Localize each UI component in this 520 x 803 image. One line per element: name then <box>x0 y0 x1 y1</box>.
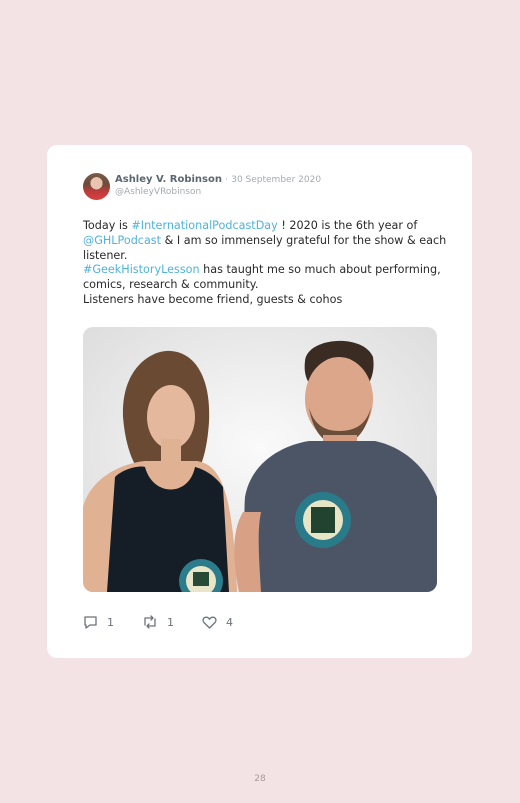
page-number: 28 <box>254 774 266 784</box>
separator: · <box>225 175 229 185</box>
reply-count: 1 <box>107 615 114 629</box>
author-handle[interactable]: @AshleyVRobinson <box>115 187 201 197</box>
reply-icon <box>84 616 97 629</box>
text-segment: Today is <box>83 219 132 232</box>
avatar[interactable] <box>83 173 110 200</box>
retweet-action[interactable]: 1 <box>142 615 174 629</box>
author-name[interactable]: Ashley V. Robinson <box>115 174 222 185</box>
tweet-text: Today is #InternationalPodcastDay ! 2020… <box>83 219 448 308</box>
mention-link[interactable]: @GHLPodcast <box>83 234 161 247</box>
hashtag-link[interactable]: #GeekHistoryLesson <box>83 263 200 276</box>
retweet-count: 1 <box>167 615 174 629</box>
reply-action[interactable]: 1 <box>83 615 114 629</box>
photo-illustration <box>83 327 437 592</box>
like-action[interactable]: 4 <box>202 616 233 629</box>
hashtag-link[interactable]: #InternationalPodcastDay <box>131 219 277 232</box>
tweet-card: Ashley V. Robinson · 30 September 2020 @… <box>47 145 472 658</box>
like-count: 4 <box>226 615 233 629</box>
text-segment: Listeners have become friend, guests & c… <box>83 292 343 306</box>
heart-icon <box>202 616 217 629</box>
retweet-icon <box>144 615 156 629</box>
tweet-date[interactable]: 30 September 2020 <box>231 175 321 185</box>
author-line: Ashley V. Robinson · 30 September 2020 <box>115 174 321 185</box>
text-segment: ! 2020 is the 6th year of <box>277 219 418 232</box>
tweet-photo[interactable] <box>83 327 437 592</box>
tweet-actions: 1 1 4 <box>83 613 261 631</box>
